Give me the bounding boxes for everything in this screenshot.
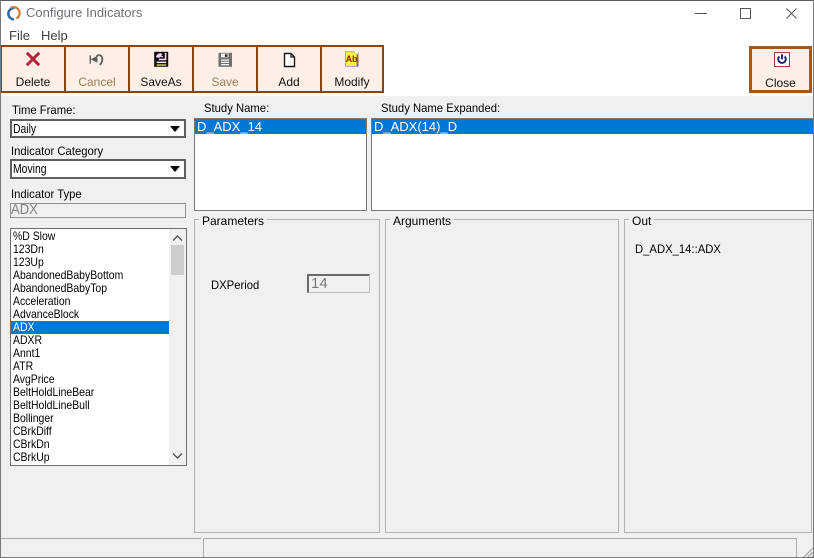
svg-text:Ab: Ab — [346, 54, 358, 64]
